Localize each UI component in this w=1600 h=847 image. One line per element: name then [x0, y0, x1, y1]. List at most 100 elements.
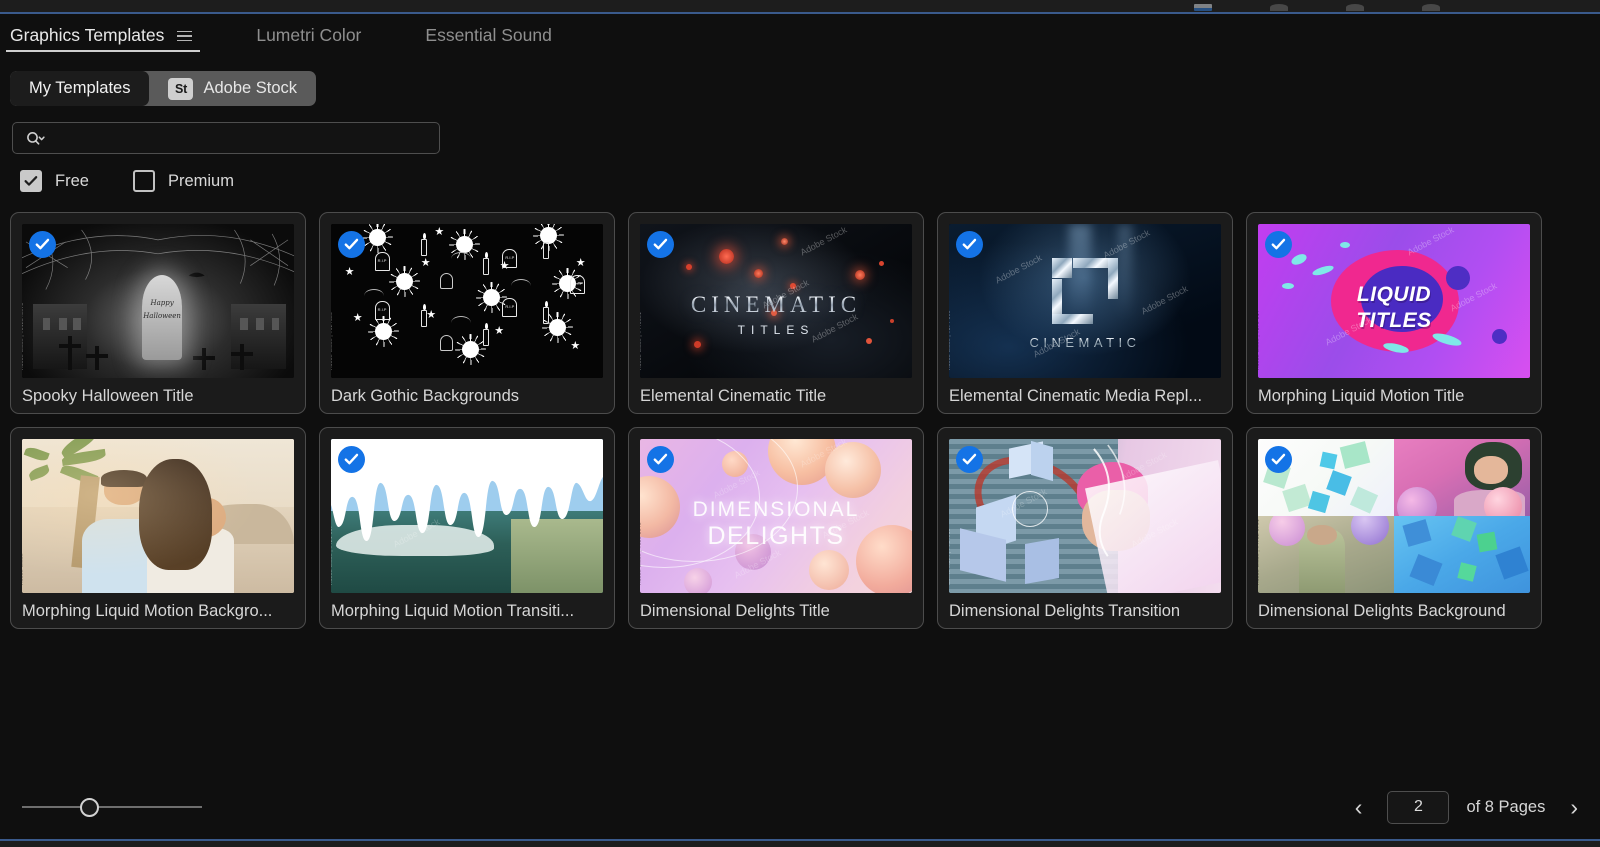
chrome-bracket-logo	[1052, 257, 1118, 324]
template-title: Morphing Liquid Motion Transiti...	[331, 602, 575, 620]
search-box[interactable]	[12, 122, 440, 154]
template-card[interactable]: ★ ★ ★ ★ ★ ★ ★ ★ ★ R.I.P R.I.P R.I.P R.I.…	[319, 212, 615, 414]
adobe-stock-icon: St	[168, 77, 194, 100]
search-input[interactable]	[46, 130, 439, 146]
tombstone-icon	[374, 251, 390, 271]
previous-page-button[interactable]: ‹	[1347, 794, 1371, 821]
sphere-graphic	[808, 549, 849, 590]
candle-icon	[420, 233, 427, 257]
source-adobe-stock-button[interactable]: St Adobe Stock	[149, 71, 316, 106]
stock-watermark: Adobe Stock | #421 097	[331, 525, 334, 585]
sunburst-icon	[483, 288, 501, 306]
template-thumbnail[interactable]: CINEMATIC Adobe Stock | #374 900 Adobe S…	[949, 224, 1221, 378]
template-card[interactable]: Happy Halloween Adobe Stock | #312345678…	[10, 212, 306, 414]
template-title: Morphing Liquid Motion Title	[1258, 387, 1465, 405]
cube-shape	[1409, 553, 1443, 586]
template-card[interactable]: DIMENSIONAL DELIGHTS Adobe Stock | #539 …	[628, 427, 924, 629]
link-icon[interactable]	[1346, 4, 1364, 11]
template-title: Dimensional Delights Transition	[949, 602, 1181, 620]
light-beam	[1117, 224, 1132, 320]
tab-lumetri-color[interactable]: Lumetri Color	[210, 14, 379, 58]
thumbnail-art-dim-transition: adobe stock | #294810 Adobe Stock Adobe …	[949, 439, 1221, 593]
clip-icon[interactable]	[1194, 4, 1212, 11]
ember-particle	[879, 260, 885, 266]
template-thumbnail[interactable]: CINEMATIC TITLES Adobe Stock | #449901 A…	[640, 224, 912, 378]
magnify-icon[interactable]	[1422, 4, 1440, 11]
top-toolbar-icon-group	[1194, 0, 1440, 11]
ember-particle	[854, 270, 865, 281]
top-toolbar-strip	[0, 0, 1600, 14]
pagination-controls: ‹ of 8 Pages ›	[1347, 790, 1586, 824]
template-card[interactable]: Adobe Stock | #4782 0761 Dimensional Del…	[1246, 427, 1542, 629]
template-thumbnail[interactable]: LIQUID TITLES Adobe Stock | #379 014 Ado…	[1258, 224, 1530, 378]
template-card[interactable]: Adobe Stock | #421 097 Adobe Stock Adobe…	[319, 427, 615, 629]
filter-free-checkbox[interactable]	[20, 170, 42, 192]
bottom-panel-edge	[0, 839, 1600, 847]
marker-icon[interactable]	[1270, 4, 1288, 11]
source-toggle: My Templates St Adobe Stock	[10, 71, 317, 106]
star-icon: ★	[494, 324, 505, 337]
sun-glow-overlay	[22, 439, 294, 593]
cube-shape	[1402, 519, 1432, 548]
search-icon[interactable]	[26, 131, 46, 146]
panel-menu-icon[interactable]	[177, 30, 193, 42]
selected-check-badge	[338, 231, 365, 258]
quad-panel-top-right	[1394, 439, 1530, 516]
template-thumbnail[interactable]: Adobe Stock | #421 097 Adobe Stock Adobe…	[331, 439, 603, 593]
filter-premium[interactable]: Premium	[132, 170, 234, 192]
sunburst-icon	[456, 236, 474, 254]
template-thumbnail[interactable]: adobe stock | #294810 Adobe Stock Adobe …	[949, 439, 1221, 593]
slider-handle[interactable]	[79, 797, 99, 817]
bubble	[1483, 487, 1522, 516]
next-page-button[interactable]: ›	[1562, 794, 1586, 821]
cube-shape	[1319, 451, 1337, 470]
quad-panel-bottom-right	[1394, 516, 1530, 593]
cube-shape	[1307, 490, 1330, 514]
tab-graphics-templates[interactable]: Graphics Templates	[6, 14, 210, 58]
grave-cross-icon	[192, 348, 215, 371]
filter-premium-checkbox[interactable]	[132, 170, 155, 192]
selected-check-badge	[647, 446, 674, 473]
template-card[interactable]: LIQUID TITLES Adobe Stock | #379 014 Ado…	[1246, 212, 1542, 414]
template-thumbnail[interactable]: ★ ★ ★ ★ ★ ★ ★ ★ ★ R.I.P R.I.P R.I.P R.I.…	[331, 224, 603, 378]
template-thumbnail[interactable]: Happy Halloween Adobe Stock | #312345678	[22, 224, 294, 378]
star-icon: ★	[352, 312, 363, 325]
template-title: Elemental Cinematic Media Repl...	[949, 387, 1203, 405]
liquid-drip-overlay	[331, 439, 603, 541]
tab-essential-sound[interactable]: Essential Sound	[379, 14, 569, 58]
liquid-subtitle-text: TITLES	[1356, 308, 1432, 332]
ember-particle	[789, 282, 796, 289]
source-my-templates-button[interactable]: My Templates	[10, 71, 150, 106]
selected-check-badge	[956, 231, 983, 258]
filter-premium-label: Premium	[167, 171, 234, 190]
bubble	[1396, 486, 1437, 516]
template-thumbnail[interactable]: Adobe Stock | #4782 0761	[1258, 439, 1530, 593]
thumbnail-art-cinematic: CINEMATIC TITLES Adobe Stock | #449901 A…	[640, 224, 912, 378]
sunburst-icon	[369, 228, 387, 246]
template-thumbnail[interactable]: Adobe Stock	[22, 439, 294, 593]
template-card[interactable]: Adobe Stock Morphing Liquid Motion Backg…	[10, 427, 306, 629]
slider-track[interactable]	[22, 806, 202, 808]
template-card[interactable]: CINEMATIC Adobe Stock | #374 900 Adobe S…	[937, 212, 1233, 414]
cube-shape	[1451, 516, 1477, 542]
template-card[interactable]: CINEMATIC TITLES Adobe Stock | #449901 A…	[628, 212, 924, 414]
page-total-label: of 8 Pages	[1466, 797, 1546, 816]
star-icon: ★	[426, 309, 437, 322]
template-thumbnail[interactable]: DIMENSIONAL DELIGHTS Adobe Stock | #539 …	[640, 439, 912, 593]
candle-icon	[543, 301, 550, 325]
source-toggle-row: My Templates St Adobe Stock	[0, 58, 1600, 106]
candle-icon	[483, 322, 490, 346]
thumbnail-size-slider[interactable]	[22, 796, 202, 818]
filter-row: Free Premium	[0, 154, 1600, 192]
template-title: Dimensional Delights Background	[1258, 602, 1506, 620]
stock-watermark: Adobe Stock | #524589	[331, 311, 334, 370]
filter-free[interactable]: Free	[20, 170, 89, 192]
stock-watermark: Adobe Stock | #312345678	[22, 302, 25, 370]
haunted-house-left-icon	[32, 304, 88, 369]
page-number-input[interactable]	[1387, 790, 1450, 824]
tab-lumetri-color-label: Lumetri Color	[256, 25, 362, 46]
candle-icon	[543, 236, 550, 260]
template-card[interactable]: adobe stock | #294810 Adobe Stock Adobe …	[937, 427, 1233, 629]
star-icon: ★	[344, 266, 355, 279]
bat-icon	[510, 279, 531, 286]
